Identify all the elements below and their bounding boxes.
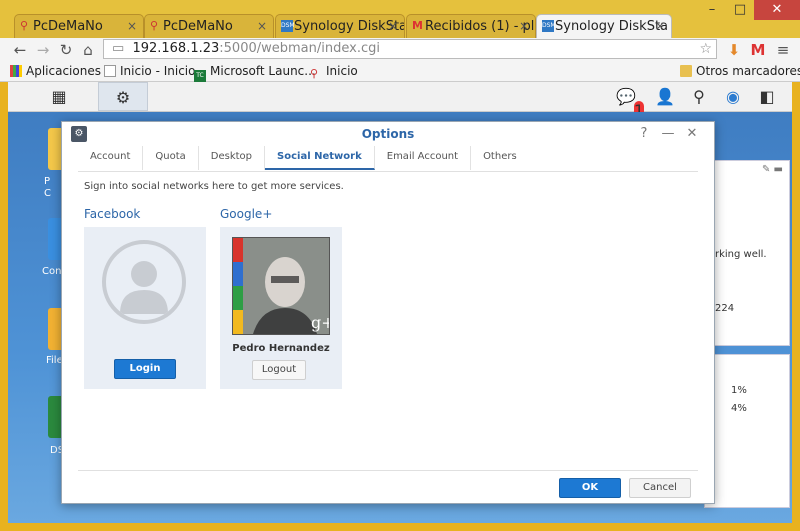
close-icon[interactable]: × bbox=[127, 15, 137, 38]
widget-value: 224 bbox=[715, 303, 735, 314]
browser-toolbar: ← → ↻ ⌂ ▭ 192.168.1.23:5000/webman/index… bbox=[0, 38, 800, 62]
window-controls: – □ ✕ bbox=[698, 0, 800, 22]
pcdemano-icon: ⚲ bbox=[150, 19, 159, 32]
dsm-taskbar: ▦ ⚙ 💬1 👤 ⚲ ◉ ◧ bbox=[8, 82, 792, 120]
google-user-name: Pedro Hernandez bbox=[232, 343, 330, 354]
url-host: 192.168.1.23 bbox=[132, 41, 220, 56]
address-bar[interactable]: ▭ 192.168.1.23:5000/webman/index.cgi ☆ bbox=[103, 39, 717, 59]
apps-grid-icon bbox=[10, 65, 22, 77]
tab-account[interactable]: Account bbox=[78, 146, 144, 170]
dsm-tray: 💬1 👤 ⚲ ◉ ◧ bbox=[614, 82, 784, 120]
google-profile-photo: g+ bbox=[232, 237, 330, 335]
close-icon[interactable]: ✕ bbox=[680, 125, 704, 143]
home-icon[interactable]: ⌂ bbox=[78, 40, 98, 60]
browser-tab-1[interactable]: ⚲ PcDeMaNo × bbox=[14, 14, 144, 38]
bookmark-microsoft[interactable]: TC Microsoft Launc... bbox=[194, 63, 316, 82]
browser-tab-3[interactable]: DSM Synology DiskSta × bbox=[275, 14, 405, 38]
control-panel-task-icon[interactable]: ⚙ bbox=[98, 82, 148, 111]
desktop-label: Con bbox=[42, 266, 62, 277]
search-icon[interactable]: ⚲ bbox=[682, 82, 716, 111]
options-dialog: ⚙ Options ? — ✕ Account Quota Desktop So… bbox=[61, 121, 715, 504]
gmail-extension-icon[interactable]: M bbox=[748, 40, 768, 60]
dialog-controls: ? — ✕ bbox=[632, 125, 704, 143]
browser-tab-title: PcDeMaNo bbox=[33, 19, 103, 34]
help-icon[interactable]: ? bbox=[632, 125, 656, 143]
cpu-percent: 1% bbox=[731, 385, 747, 396]
browser-chrome: ⚲ PcDeMaNo × ⚲ PcDeMaNo × DSM Synology D… bbox=[0, 0, 800, 82]
google-plus-heading: Google+ bbox=[220, 207, 273, 221]
cancel-button[interactable]: Cancel bbox=[629, 478, 691, 498]
default-avatar-icon bbox=[102, 240, 186, 324]
dialog-title: Options bbox=[361, 127, 415, 141]
google-plus-card: g+ Pedro Hernandez Logout bbox=[220, 227, 342, 389]
notification-icon[interactable]: 💬1 bbox=[614, 82, 648, 120]
tab-others[interactable]: Others bbox=[471, 146, 529, 170]
minimize-icon[interactable]: – bbox=[698, 0, 726, 20]
pcdemano-icon: ⚲ bbox=[20, 19, 29, 32]
user-icon[interactable]: 👤 bbox=[648, 82, 682, 111]
gmail-icon: M bbox=[412, 19, 423, 32]
footer-divider bbox=[78, 470, 698, 471]
bookmark-inicio[interactable]: Inicio - Inicio bbox=[104, 63, 195, 80]
bookmarks-bar: Aplicaciones Inicio - Inicio TC Microsoft… bbox=[0, 62, 800, 82]
desktop-label: P bbox=[44, 176, 51, 187]
options-tabs: Account Quota Desktop Social Network Ema… bbox=[78, 146, 529, 170]
tab-desktop[interactable]: Desktop bbox=[199, 146, 266, 170]
page-icon bbox=[104, 65, 116, 77]
pcdemano-icon: ⚲ bbox=[310, 67, 319, 80]
main-menu-icon[interactable]: ▦ bbox=[34, 82, 84, 111]
tab-strip: ⚲ PcDeMaNo × ⚲ PcDeMaNo × DSM Synology D… bbox=[0, 0, 800, 38]
bookmark-other[interactable]: Otros marcadores bbox=[680, 63, 800, 80]
svg-text:g+: g+ bbox=[311, 313, 329, 332]
tab-social-network[interactable]: Social Network bbox=[265, 146, 375, 170]
forward-icon[interactable]: → bbox=[33, 40, 53, 60]
browser-tab-4[interactable]: M Recibidos (1) - pl × bbox=[406, 14, 536, 38]
back-icon[interactable]: ← bbox=[10, 40, 30, 60]
folder-icon bbox=[680, 65, 692, 77]
dsm-icon: DSM bbox=[281, 20, 295, 32]
bookmark-inicio-2[interactable]: ⚲ Inicio bbox=[310, 63, 358, 80]
browser-tab-title: Synology DiskSta bbox=[555, 19, 669, 34]
tab-email-account[interactable]: Email Account bbox=[375, 146, 472, 170]
url-path: :5000/webman/index.cgi bbox=[219, 41, 380, 56]
widgets-icon[interactable]: ◉ bbox=[716, 82, 750, 111]
ram-percent: 4% bbox=[731, 403, 747, 414]
pin-icon[interactable]: ✎ ▬ bbox=[762, 164, 783, 175]
tab-quota[interactable]: Quota bbox=[143, 146, 199, 170]
facebook-login-button[interactable]: Login bbox=[114, 359, 176, 379]
social-intro-text: Sign into social networks here to get mo… bbox=[84, 181, 344, 192]
windows-layout-icon[interactable]: ◧ bbox=[750, 82, 784, 111]
browser-tab-title: PcDeMaNo bbox=[163, 19, 233, 34]
dsm-icon: DSM bbox=[542, 20, 556, 32]
browser-tab-2[interactable]: ⚲ PcDeMaNo × bbox=[144, 14, 274, 38]
close-icon[interactable]: × bbox=[519, 15, 529, 38]
ok-button[interactable]: OK bbox=[559, 478, 621, 498]
close-icon[interactable]: × bbox=[655, 15, 665, 38]
maximize-icon[interactable]: □ bbox=[726, 0, 754, 20]
bookmark-apps[interactable]: Aplicaciones bbox=[10, 63, 101, 80]
close-icon[interactable]: × bbox=[388, 15, 398, 38]
reload-icon[interactable]: ↻ bbox=[56, 40, 76, 60]
google-logout-button[interactable]: Logout bbox=[252, 360, 306, 380]
tab-divider bbox=[78, 171, 698, 172]
bookmark-star-icon[interactable]: ☆ bbox=[699, 40, 712, 58]
close-window-icon[interactable]: ✕ bbox=[754, 0, 800, 20]
system-health-widget: ✎ ▬ rking well. 224 bbox=[704, 160, 790, 346]
menu-icon[interactable]: ≡ bbox=[773, 40, 793, 60]
facebook-heading: Facebook bbox=[84, 207, 141, 221]
facebook-card: Login bbox=[84, 227, 206, 389]
health-status-text: rking well. bbox=[715, 249, 767, 260]
desktop-label: C bbox=[44, 188, 51, 199]
minimize-icon[interactable]: — bbox=[656, 125, 680, 143]
resource-monitor-widget: 1% 4% bbox=[704, 354, 790, 508]
close-icon[interactable]: × bbox=[257, 15, 267, 38]
browser-tab-5[interactable]: DSM Synology DiskSta × bbox=[536, 14, 672, 38]
extension-arrow-icon[interactable]: ⬇ bbox=[724, 40, 744, 60]
page-icon: ▭ bbox=[112, 41, 125, 56]
tc-icon: TC bbox=[194, 70, 206, 82]
